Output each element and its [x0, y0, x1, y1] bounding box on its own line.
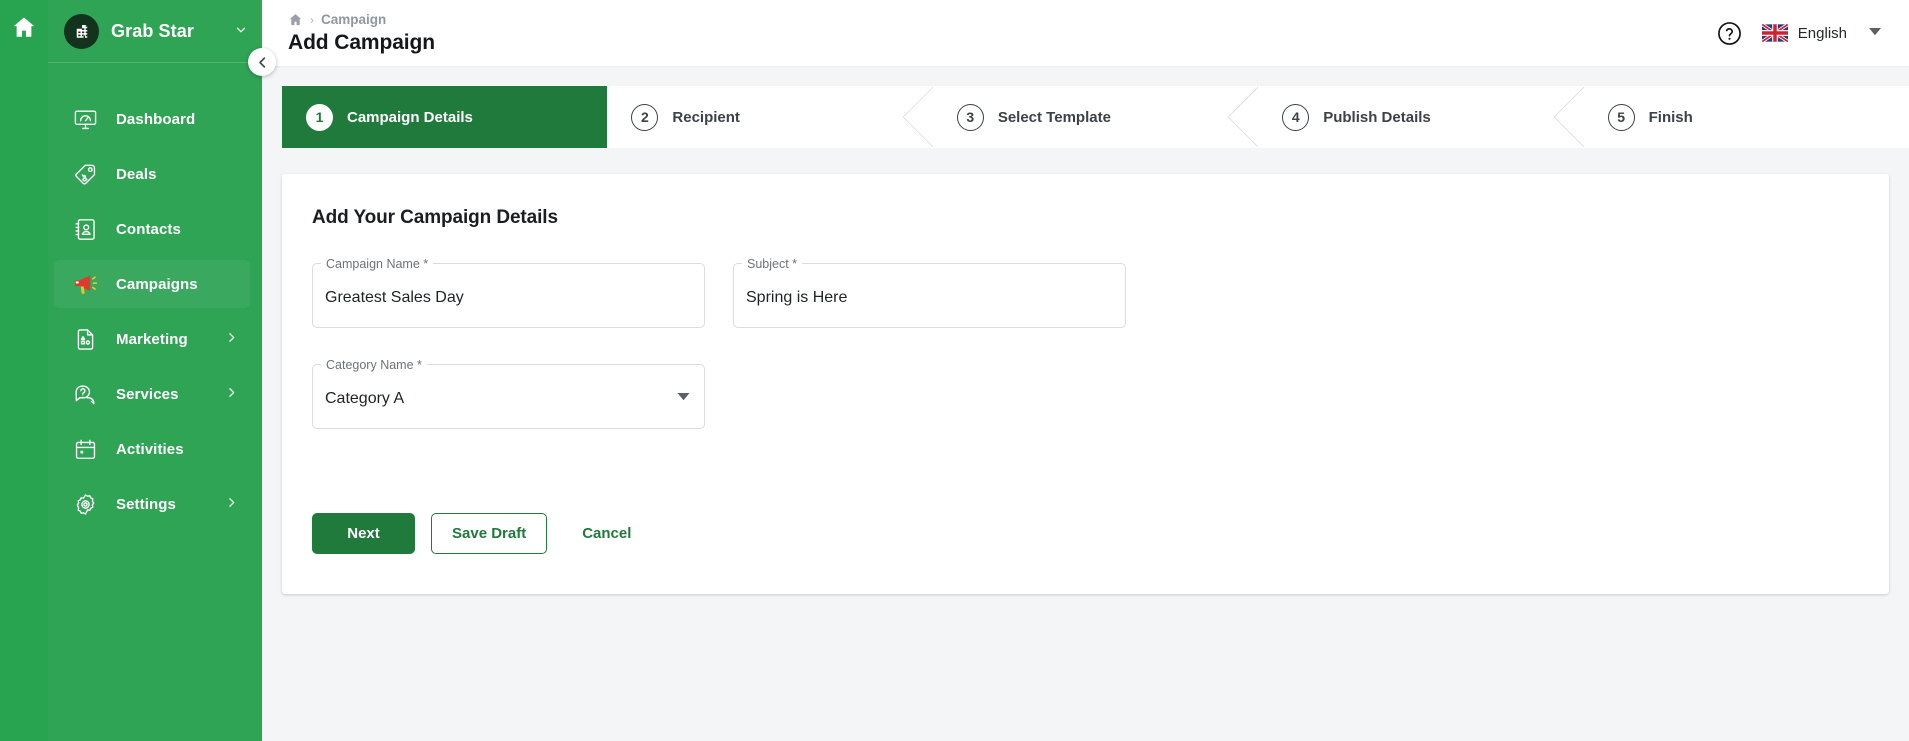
- page-title: Add Campaign: [288, 30, 435, 54]
- sidebar: Grab Star Dashboard Deals Contacts Campa…: [48, 0, 276, 741]
- sidebar-item-dashboard[interactable]: Dashboard: [54, 95, 250, 143]
- step-recipient[interactable]: 2 Recipient: [607, 86, 935, 148]
- step-number: 1: [306, 103, 333, 131]
- form-row-1: Campaign Name * Greatest Sales Day Subje…: [312, 256, 1859, 328]
- breadcrumb-item-campaign[interactable]: Campaign: [321, 12, 386, 27]
- category-name-label: Category Name *: [321, 357, 427, 373]
- subject-value: Spring is Here: [746, 288, 848, 306]
- step-select-template[interactable]: 3 Select Template: [932, 86, 1260, 148]
- subject-label: Subject *: [742, 256, 803, 272]
- form-card-area: Add Your Campaign Details Campaign Name …: [262, 148, 1909, 741]
- brand-switcher[interactable]: Grab Star: [48, 0, 262, 62]
- left-rail: [0, 0, 48, 741]
- gear-icon: [72, 491, 98, 517]
- campaign-name-field[interactable]: Campaign Name * Greatest Sales Day: [312, 256, 705, 328]
- top-bar: › Campaign Add Campaign English: [262, 0, 1909, 66]
- language-selector[interactable]: English: [1761, 24, 1881, 42]
- form-actions: Next Save Draft Cancel: [312, 513, 650, 554]
- save-draft-button[interactable]: Save Draft: [431, 513, 548, 554]
- campaign-stepper: 1 Campaign Details 2 Recipient 3 Select …: [282, 86, 1909, 148]
- category-name-select[interactable]: Category Name * Category A: [312, 357, 705, 429]
- help-circle-icon[interactable]: [1716, 19, 1744, 47]
- breadcrumb-home-icon[interactable]: [288, 12, 303, 27]
- building-icon: [64, 13, 99, 49]
- dropdown-arrow-icon[interactable]: [677, 392, 690, 401]
- form-row-2: Category Name * Category A: [312, 357, 1859, 429]
- step-campaign-details[interactable]: 1 Campaign Details: [282, 86, 608, 148]
- sidebar-item-label: Campaigns: [116, 275, 198, 293]
- step-label: Campaign Details: [347, 108, 473, 126]
- sidebar-item-marketing[interactable]: Marketing: [54, 315, 250, 363]
- megaphone-icon: [72, 271, 98, 297]
- content-area: › Campaign Add Campaign English 1 Campai…: [262, 0, 1909, 741]
- app-root: Grab Star Dashboard Deals Contacts Campa…: [0, 0, 1909, 741]
- top-bar-actions: English: [1716, 19, 1881, 47]
- sidebar-item-label: Services: [116, 385, 179, 403]
- step-number: 3: [956, 103, 984, 131]
- sidebar-item-label: Contacts: [116, 220, 181, 238]
- step-label: Recipient: [672, 108, 740, 126]
- sidebar-item-settings[interactable]: Settings: [54, 480, 250, 528]
- step-number: 5: [1607, 103, 1635, 131]
- sidebar-item-campaigns[interactable]: Campaigns: [54, 260, 250, 308]
- step-label: Finish: [1648, 108, 1693, 126]
- chevron-right-icon[interactable]: [225, 496, 238, 512]
- contact-book-icon: [72, 216, 98, 242]
- campaign-name-value: Greatest Sales Day: [325, 288, 464, 306]
- step-label: Select Template: [997, 108, 1111, 126]
- sidebar-item-label: Marketing: [116, 330, 188, 348]
- chevron-right-icon[interactable]: [225, 331, 238, 347]
- chevron-right-icon[interactable]: [225, 386, 238, 402]
- sidebar-collapse-button[interactable]: [248, 48, 276, 76]
- sidebar-item-label: Settings: [116, 495, 176, 513]
- next-button[interactable]: Next: [312, 513, 415, 554]
- category-name-value: Category A: [325, 389, 405, 407]
- uk-flag-icon: [1761, 24, 1788, 42]
- stepper-container: 1 Campaign Details 2 Recipient 3 Select …: [262, 66, 1909, 148]
- document-shapes-icon: [72, 326, 98, 352]
- price-tag-icon: [72, 161, 98, 187]
- step-finish[interactable]: 5 Finish: [1583, 86, 1909, 148]
- sidebar-nav: Dashboard Deals Contacts Campaigns Marke…: [48, 63, 262, 528]
- language-label: English: [1797, 24, 1847, 42]
- sidebar-item-services[interactable]: Services: [54, 370, 250, 418]
- sidebar-item-deals[interactable]: Deals: [54, 150, 250, 198]
- sidebar-item-label: Activities: [116, 440, 184, 458]
- sidebar-item-contacts[interactable]: Contacts: [54, 205, 250, 253]
- breadcrumb: › Campaign Add Campaign: [288, 12, 435, 55]
- question-chat-icon: [72, 381, 98, 407]
- campaign-name-label: Campaign Name *: [321, 256, 434, 272]
- step-number: 4: [1282, 103, 1310, 131]
- sidebar-item-label: Dashboard: [116, 110, 196, 128]
- sidebar-item-label: Deals: [116, 165, 157, 183]
- sidebar-item-activities[interactable]: Activities: [54, 425, 250, 473]
- campaign-details-card: Add Your Campaign Details Campaign Name …: [282, 174, 1889, 594]
- chevron-down-icon[interactable]: [234, 23, 248, 39]
- caret-down-icon[interactable]: [1869, 27, 1881, 39]
- home-icon[interactable]: [9, 12, 39, 42]
- breadcrumb-separator: ›: [310, 12, 314, 27]
- dashboard-monitor-icon: [72, 106, 98, 132]
- step-publish-details[interactable]: 4 Publish Details: [1258, 86, 1586, 148]
- subject-field[interactable]: Subject * Spring is Here: [733, 256, 1126, 328]
- cancel-button[interactable]: Cancel: [563, 513, 650, 554]
- card-heading: Add Your Campaign Details: [312, 207, 558, 228]
- brand-name: Grab Star: [111, 20, 194, 41]
- step-label: Publish Details: [1323, 108, 1431, 126]
- calendar-icon: [72, 436, 98, 462]
